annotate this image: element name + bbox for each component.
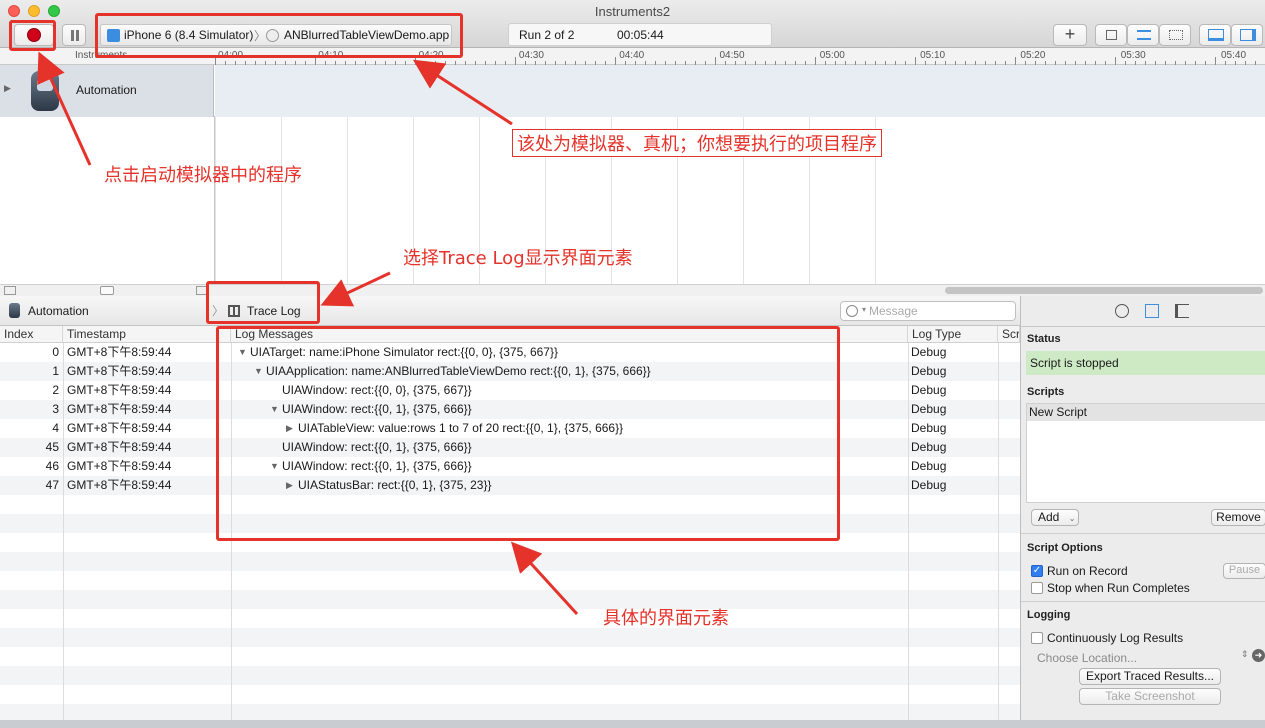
arrow-to-target: [412, 59, 513, 126]
arrow-to-trace-log: [320, 271, 391, 307]
annotation-arrows: [37, 51, 579, 616]
arrow-to-elements: [510, 541, 579, 616]
arrow-to-record: [37, 51, 92, 166]
